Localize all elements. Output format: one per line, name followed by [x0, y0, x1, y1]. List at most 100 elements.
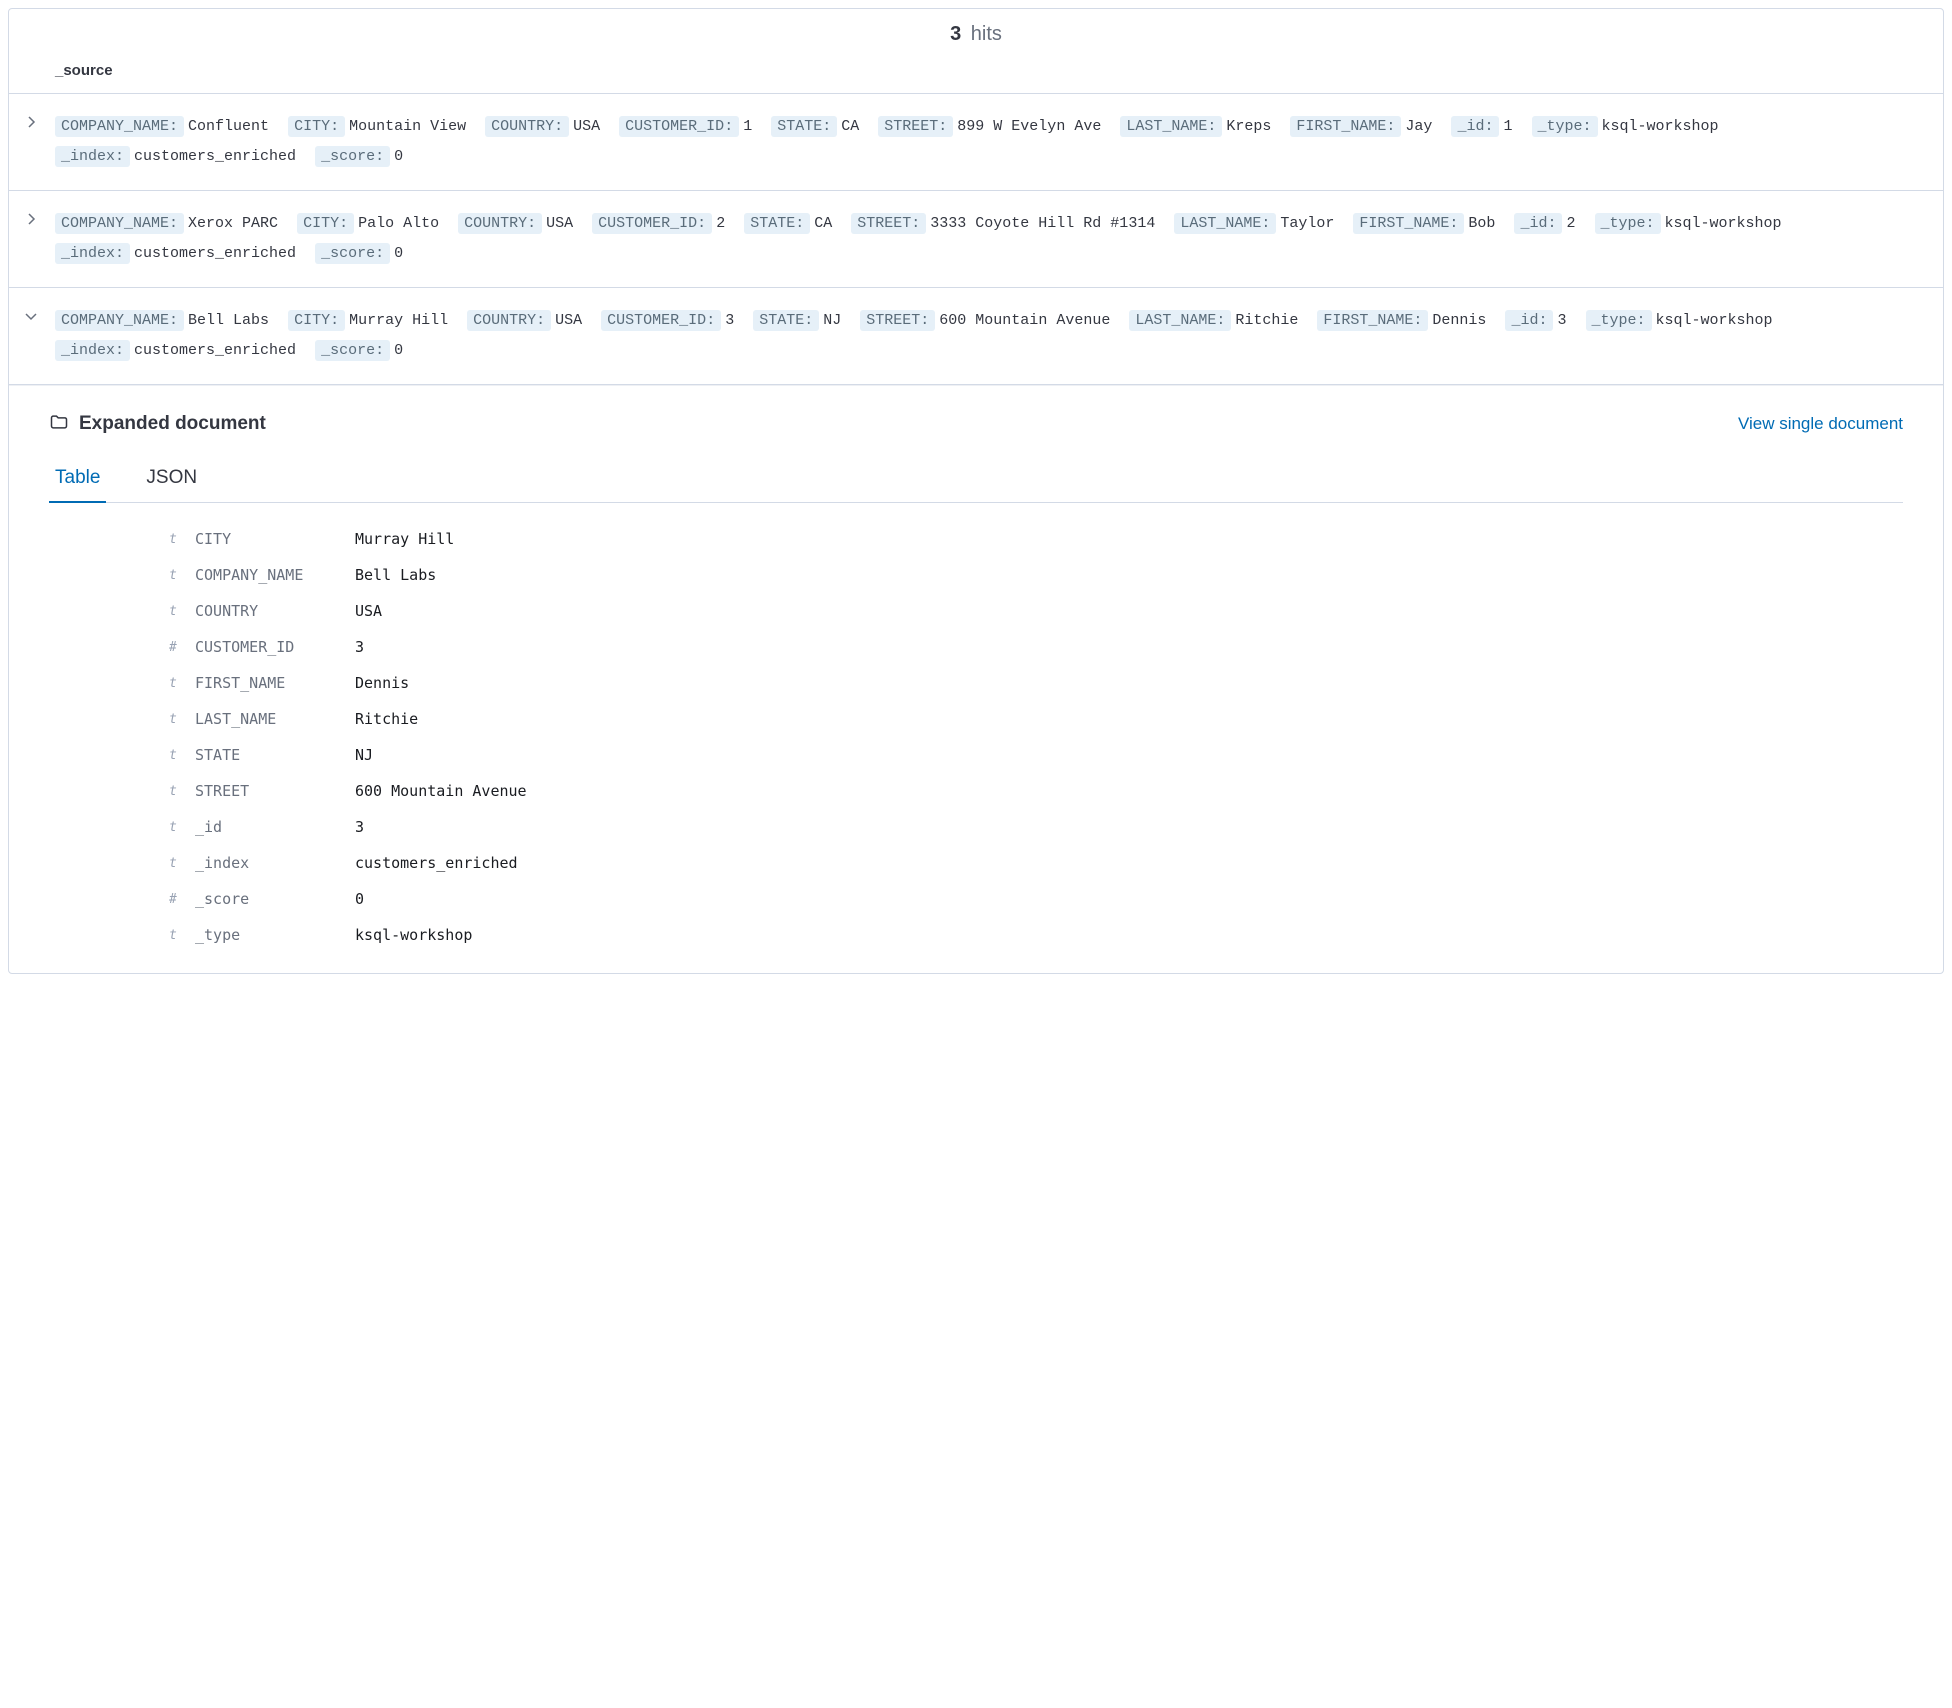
field-row: tCITYMurray Hill	[169, 521, 1943, 557]
field-key: LAST_NAME:	[1129, 310, 1231, 331]
field-key: _score:	[315, 340, 390, 361]
field-value: Ritchie	[1235, 312, 1298, 329]
field-row: tLAST_NAMERitchie	[169, 701, 1943, 737]
field-row: #CUSTOMER_ID3	[169, 629, 1943, 665]
field-key: _type:	[1595, 213, 1661, 234]
field-row: tFIRST_NAMEDennis	[169, 665, 1943, 701]
field-name: COMPANY_NAME	[195, 566, 355, 584]
field-key: STATE:	[744, 213, 810, 234]
field-type-icon: t	[169, 784, 195, 799]
result-row: COMPANY_NAME:Confluent CITY:Mountain Vie…	[9, 94, 1943, 191]
field-value: customers_enriched	[355, 854, 518, 872]
field-key: CUSTOMER_ID:	[592, 213, 712, 234]
field-value: 0	[355, 890, 364, 908]
field-key: STATE:	[753, 310, 819, 331]
field-type-icon: t	[169, 532, 195, 547]
field-value: customers_enriched	[134, 148, 296, 165]
field-key: COUNTRY:	[485, 116, 569, 137]
source-column-header: _source	[9, 56, 1943, 94]
field-key: STREET:	[860, 310, 935, 331]
field-row: t_id3	[169, 809, 1943, 845]
field-value: 899 W Evelyn Ave	[957, 118, 1101, 135]
field-value: USA	[555, 312, 582, 329]
field-value: Mountain View	[349, 118, 466, 135]
expanded-document: Expanded documentView single document Tab…	[9, 385, 1943, 973]
field-key: COMPANY_NAME:	[55, 116, 184, 137]
tab-table[interactable]: Table	[49, 457, 106, 503]
field-value: USA	[355, 602, 382, 620]
results-container: 3 hits _source COMPANY_NAME:Confluent CI…	[8, 8, 1944, 974]
field-type-icon: #	[169, 892, 195, 907]
field-key: CITY:	[288, 116, 345, 137]
hits-label: hits	[971, 23, 1002, 45]
field-key: STREET:	[878, 116, 953, 137]
field-name: _id	[195, 818, 355, 836]
view-single-document-link[interactable]: View single document	[1738, 414, 1903, 434]
tab-json[interactable]: JSON	[140, 457, 203, 503]
field-key: _id:	[1514, 213, 1562, 234]
field-key: STATE:	[771, 116, 837, 137]
field-row: t_typeksql-workshop	[169, 917, 1943, 953]
field-value: Bob	[1468, 215, 1495, 232]
field-name: _score	[195, 890, 355, 908]
field-type-icon: t	[169, 568, 195, 583]
field-value: Confluent	[188, 118, 269, 135]
field-type-icon: t	[169, 712, 195, 727]
field-name: _index	[195, 854, 355, 872]
hits-count: 3	[950, 23, 961, 45]
field-key: _score:	[315, 243, 390, 264]
field-value: 0	[394, 245, 403, 262]
field-key: LAST_NAME:	[1120, 116, 1222, 137]
folder-icon	[49, 412, 69, 435]
field-value: Kreps	[1226, 118, 1271, 135]
field-value: Bell Labs	[188, 312, 269, 329]
field-key: CUSTOMER_ID:	[619, 116, 739, 137]
expanded-header: Expanded documentView single document	[49, 412, 1943, 435]
field-key: COMPANY_NAME:	[55, 213, 184, 234]
fields-table: tCITYMurray HilltCOMPANY_NAMEBell LabstC…	[49, 503, 1943, 953]
field-key: CITY:	[297, 213, 354, 234]
field-value: Murray Hill	[355, 530, 454, 548]
field-type-icon: t	[169, 676, 195, 691]
collapse-toggle[interactable]	[23, 306, 55, 366]
field-value: 2	[1566, 215, 1575, 232]
field-value: CA	[814, 215, 832, 232]
field-value: Dennis	[1432, 312, 1486, 329]
field-value: Dennis	[355, 674, 409, 692]
result-row: COMPANY_NAME:Bell Labs CITY:Murray Hill …	[9, 288, 1943, 385]
field-type-icon: #	[169, 640, 195, 655]
field-key: _type:	[1586, 310, 1652, 331]
field-value: Ritchie	[355, 710, 418, 728]
hits-header: 3 hits	[9, 9, 1943, 56]
field-type-icon: t	[169, 820, 195, 835]
field-value: NJ	[355, 746, 373, 764]
field-key: COUNTRY:	[458, 213, 542, 234]
field-value: 3333 Coyote Hill Rd #1314	[930, 215, 1155, 232]
expand-toggle[interactable]	[23, 112, 55, 172]
field-value: Xerox PARC	[188, 215, 278, 232]
field-key: FIRST_NAME:	[1317, 310, 1428, 331]
expand-toggle[interactable]	[23, 209, 55, 269]
field-row: tCOMPANY_NAMEBell Labs	[169, 557, 1943, 593]
field-value: Taylor	[1280, 215, 1334, 232]
field-name: CITY	[195, 530, 355, 548]
field-value: 3	[725, 312, 734, 329]
field-name: COUNTRY	[195, 602, 355, 620]
field-value: ksql-workshop	[1602, 118, 1719, 135]
field-key: _score:	[315, 146, 390, 167]
field-key: _id:	[1451, 116, 1499, 137]
field-name: _type	[195, 926, 355, 944]
field-value: 1	[743, 118, 752, 135]
field-type-icon: t	[169, 856, 195, 871]
field-value: 3	[1557, 312, 1566, 329]
field-value: USA	[573, 118, 600, 135]
result-row: COMPANY_NAME:Xerox PARC CITY:Palo Alto C…	[9, 191, 1943, 288]
field-key: _index:	[55, 243, 130, 264]
field-name: STREET	[195, 782, 355, 800]
field-key: _index:	[55, 146, 130, 167]
field-type-icon: t	[169, 604, 195, 619]
source-cell: COMPANY_NAME:Xerox PARC CITY:Palo Alto C…	[55, 209, 1929, 269]
field-value: 1	[1503, 118, 1512, 135]
field-key: FIRST_NAME:	[1353, 213, 1464, 234]
source-cell: COMPANY_NAME:Bell Labs CITY:Murray Hill …	[55, 306, 1929, 366]
